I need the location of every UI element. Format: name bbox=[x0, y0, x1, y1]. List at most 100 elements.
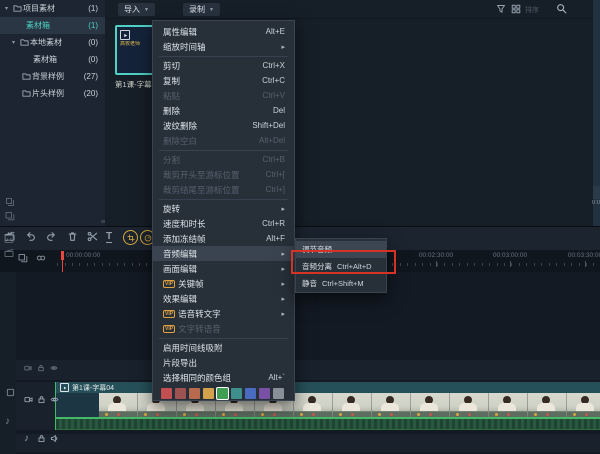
menu-item-shortcut: Alt+` bbox=[262, 373, 285, 382]
overlay-track-eye-icon[interactable] bbox=[50, 364, 58, 372]
audio-track-note-icon[interactable]: ♪ bbox=[24, 434, 29, 444]
ruler-major-tick bbox=[510, 261, 511, 267]
color-swatch[interactable] bbox=[231, 388, 242, 399]
overlay-track-lane[interactable] bbox=[16, 360, 600, 380]
context-menu-item[interactable]: 效果编辑▸ bbox=[153, 291, 294, 306]
tree-item-4[interactable]: 背景样例(27) bbox=[0, 68, 105, 85]
clip-thumbnail bbox=[411, 393, 450, 417]
context-menu-item[interactable]: 剪切Ctrl+X bbox=[153, 58, 294, 73]
record-button[interactable]: 录制 ▼ bbox=[183, 3, 220, 16]
context-menu-item[interactable]: 速度和时长Ctrl+R bbox=[153, 216, 294, 231]
color-swatch[interactable] bbox=[203, 388, 214, 399]
audio-track-lock-icon[interactable] bbox=[37, 434, 46, 443]
ruler-tick bbox=[482, 263, 483, 266]
color-swatch[interactable] bbox=[189, 388, 200, 399]
ruler-tick bbox=[474, 263, 475, 266]
menu-item-shortcut: Ctrl+V bbox=[257, 91, 285, 100]
clapper-icon[interactable] bbox=[4, 248, 14, 258]
thumbnail-figure bbox=[537, 403, 555, 412]
context-menu-item[interactable]: 添加冻结帧Alt+F bbox=[153, 231, 294, 246]
tree-item-5[interactable]: 片头样例(20) bbox=[0, 85, 105, 102]
ruler-tick bbox=[57, 263, 58, 266]
thumbnail-desk-items bbox=[417, 413, 420, 416]
thumbnail-desk-items bbox=[261, 413, 264, 416]
link-icon[interactable] bbox=[36, 253, 46, 263]
audio-track-speaker-icon[interactable] bbox=[50, 434, 59, 443]
overlay-track-video-icon[interactable] bbox=[24, 364, 32, 372]
tree-item-3[interactable]: 素材箱(0) bbox=[0, 51, 105, 68]
context-menu-item[interactable]: 缩放时间轴▸ bbox=[153, 39, 294, 54]
ruler-label: 00:00:00:00 bbox=[66, 252, 100, 259]
color-swatch-row bbox=[153, 385, 294, 399]
tree-item-2[interactable]: ▾本地素材(0) bbox=[0, 34, 105, 51]
video-track-video-icon[interactable] bbox=[24, 395, 33, 404]
menu-item-label: 粘贴 bbox=[163, 90, 180, 102]
context-menu: 属性编辑Alt+E缩放时间轴▸ 剪切Ctrl+X复制Ctrl+C 粘贴 Ctrl+V 删… bbox=[152, 20, 295, 401]
ruler-tick bbox=[102, 263, 103, 266]
search-icon[interactable] bbox=[556, 3, 567, 14]
grid-view-icon[interactable] bbox=[511, 4, 521, 14]
ruler-tick bbox=[94, 263, 95, 266]
thumbnail-figure bbox=[225, 403, 243, 412]
redo-icon[interactable] bbox=[46, 231, 57, 242]
color-swatch[interactable] bbox=[259, 388, 270, 399]
crop-icon[interactable] bbox=[123, 230, 138, 245]
color-swatch[interactable] bbox=[175, 388, 186, 399]
tree-item-1[interactable]: 素材箱(1) bbox=[0, 17, 105, 34]
timeline-clip[interactable]: 第1课-字幕04 bbox=[55, 382, 600, 430]
color-swatch[interactable] bbox=[245, 388, 256, 399]
context-menu-item[interactable]: VIP语音转文字▸ bbox=[153, 306, 294, 321]
context-menu-item[interactable]: 波纹删除Shift+Del bbox=[153, 118, 294, 133]
sort-label[interactable]: 排序 bbox=[525, 5, 539, 15]
menu-item-label: 关键帧 bbox=[178, 278, 204, 290]
split-icon[interactable] bbox=[87, 231, 98, 242]
layers-icon[interactable] bbox=[5, 197, 15, 207]
submenu-item[interactable]: 静音Ctrl+Shift+M bbox=[296, 275, 386, 292]
color-swatch[interactable] bbox=[217, 388, 228, 399]
folder-icon bbox=[12, 4, 23, 13]
context-menu-item[interactable]: 画面编辑▸ bbox=[153, 261, 294, 276]
ruler-tick bbox=[571, 263, 572, 266]
filter-icon[interactable] bbox=[496, 4, 506, 14]
ruler-tick bbox=[556, 263, 557, 266]
delete-icon[interactable] bbox=[67, 231, 78, 242]
context-menu-item: 粘贴 Ctrl+V bbox=[153, 88, 294, 103]
context-menu-item[interactable]: 启用时间线吸附 bbox=[153, 340, 294, 355]
import-button[interactable]: 导入 ▼ bbox=[118, 3, 155, 16]
ruler-label: 00:03:30:00 bbox=[568, 252, 600, 259]
tree-item-label: 背景样例 bbox=[32, 71, 64, 82]
context-menu-item[interactable]: 复制Ctrl+C bbox=[153, 73, 294, 88]
video-track-eye-icon[interactable] bbox=[50, 395, 59, 404]
context-menu-item[interactable]: 选择相同的颜色组Alt+` bbox=[153, 370, 294, 385]
video-track-lock-icon[interactable] bbox=[37, 395, 46, 404]
thumbnail-figure bbox=[264, 403, 282, 412]
context-menu-item[interactable]: 音频编辑▸ bbox=[153, 246, 294, 261]
context-menu-item[interactable]: VIP关键帧▸ bbox=[153, 276, 294, 291]
tree-item-0[interactable]: ▾项目素材(1) bbox=[0, 0, 105, 17]
chevron-down-icon: ▼ bbox=[144, 7, 149, 13]
submenu-arrow-icon: ▸ bbox=[281, 205, 285, 213]
play-icon bbox=[120, 30, 130, 40]
context-menu-item[interactable]: 属性编辑Alt+E bbox=[153, 24, 294, 39]
frames-icon[interactable] bbox=[5, 211, 15, 221]
folder-icon bbox=[19, 38, 30, 47]
context-menu-item[interactable]: 旋转▸ bbox=[153, 201, 294, 216]
text-tool-icon[interactable]: T bbox=[106, 231, 112, 243]
menu-item-label: 启用时间线吸附 bbox=[163, 342, 223, 354]
undo-icon[interactable] bbox=[25, 231, 36, 242]
frames-icon[interactable] bbox=[18, 253, 28, 263]
audio-track-lane[interactable] bbox=[16, 434, 600, 452]
mask-icon[interactable] bbox=[4, 234, 14, 244]
ruler-tick bbox=[124, 263, 125, 266]
tree-item-label: 本地素材 bbox=[30, 37, 62, 48]
thumbnail-figure bbox=[459, 403, 477, 412]
ruler-tick bbox=[526, 263, 527, 266]
playhead-line bbox=[62, 251, 63, 272]
thumbnail-figure bbox=[381, 403, 399, 412]
submenu-arrow-icon: ▸ bbox=[281, 250, 285, 258]
context-menu-item[interactable]: 片段导出 bbox=[153, 355, 294, 370]
color-swatch[interactable] bbox=[273, 388, 284, 399]
overlay-track-lock-icon[interactable] bbox=[37, 364, 45, 372]
context-menu-item[interactable]: 删除Del bbox=[153, 103, 294, 118]
color-swatch[interactable] bbox=[161, 388, 172, 399]
